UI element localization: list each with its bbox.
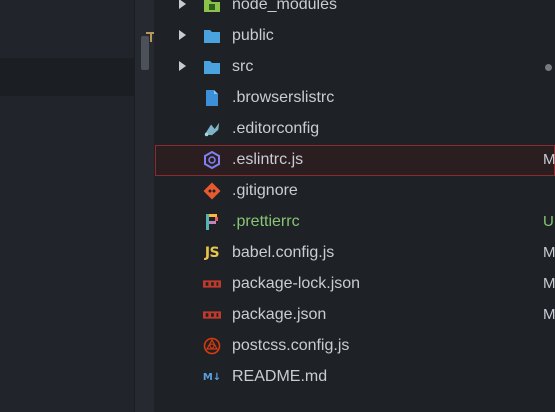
tree-item-label: .editorconfig (232, 120, 320, 137)
git-status-modified: M (543, 275, 555, 292)
tree-item-label: .prettierrc (232, 213, 300, 230)
tree-item-node-modules[interactable]: node_modules (155, 0, 555, 21)
git-icon (203, 182, 221, 200)
chevron-right-icon[interactable] (179, 30, 186, 40)
tree-item-postcss-config[interactable]: postcss.config.js (155, 331, 555, 362)
markdown-icon: M↓ (202, 371, 222, 383)
postcss-icon (203, 337, 221, 355)
chevron-right-icon[interactable] (179, 61, 186, 71)
tree-item-label: .eslintrc.js (232, 151, 304, 168)
npm-icon (203, 275, 221, 293)
tree-item-readme[interactable]: M↓ README.md (155, 362, 555, 393)
scrollbar-thumb[interactable] (141, 36, 149, 70)
tree-item-package-lock[interactable]: package-lock.json M (155, 269, 555, 300)
modified-dot-indicator (545, 64, 552, 71)
tree-item-public[interactable]: public (155, 21, 555, 52)
tree-item-label: public (232, 27, 274, 44)
tree-item-prettierrc[interactable]: .prettierrc U (155, 207, 555, 238)
scroll-marker-stem (150, 32, 152, 42)
tree-item-label: README.md (232, 368, 328, 385)
eslint-icon (203, 151, 221, 169)
tree-item-label: .gitignore (232, 182, 298, 199)
tree-item-package-json[interactable]: package.json M (155, 300, 555, 331)
tree-item-label: node_modules (232, 0, 337, 13)
tree-item-src[interactable]: src (155, 52, 555, 83)
git-status-untracked: U (543, 213, 554, 230)
tree-item-babel-config[interactable]: JS babel.config.js M (155, 238, 555, 269)
tree-item-label: package.json (232, 306, 327, 323)
tree-item-editorconfig[interactable]: .editorconfig (155, 114, 555, 145)
left-panel-highlight (0, 58, 134, 96)
git-status-modified: M (543, 244, 555, 261)
npm-icon (203, 306, 221, 324)
tree-item-eslintrc[interactable]: .eslintrc.js M (155, 145, 555, 176)
js-icon: JS (204, 245, 220, 261)
folder-icon (203, 27, 221, 45)
node-modules-folder-icon (203, 0, 221, 14)
file-icon (203, 89, 221, 107)
tree-item-label: babel.config.js (232, 244, 335, 261)
git-status-modified: M (543, 306, 555, 323)
file-explorer-tree: node_modules public src .browserslistrc … (155, 0, 555, 412)
folder-icon (203, 58, 221, 76)
tree-item-label: postcss.config.js (232, 337, 350, 354)
tree-item-browserslistrc[interactable]: .browserslistrc (155, 83, 555, 114)
tree-item-label: src (232, 58, 254, 75)
tree-item-gitignore[interactable]: .gitignore (155, 176, 555, 207)
prettier-icon (203, 213, 221, 231)
tree-item-label: .browserslistrc (232, 89, 335, 106)
git-status-modified: M (543, 151, 555, 168)
chevron-right-icon[interactable] (179, 0, 186, 9)
editorconfig-icon (203, 120, 221, 138)
tree-item-label: package-lock.json (232, 275, 361, 292)
